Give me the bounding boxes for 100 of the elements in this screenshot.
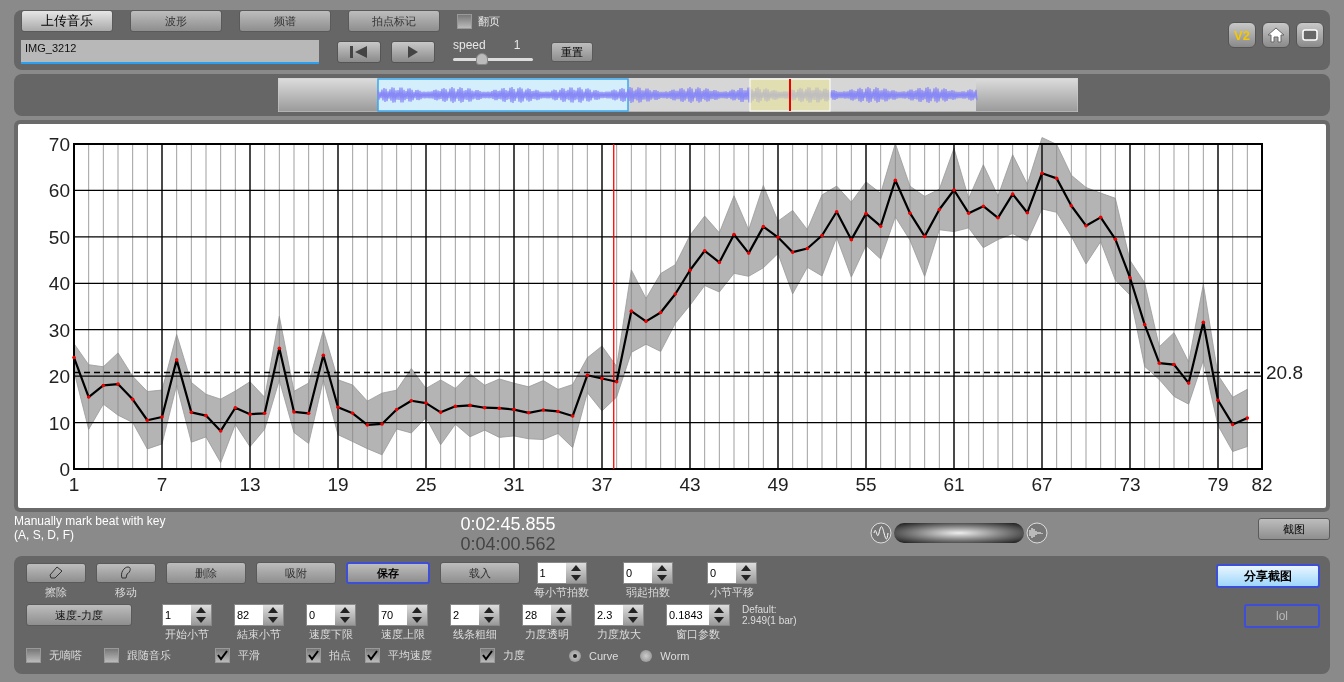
down-arrow-icon[interactable] [484,617,494,623]
spinner-label: 窗口参数 [676,627,720,642]
beat-point [717,260,722,265]
beat-point [512,407,516,412]
up-arrow-icon[interactable] [340,607,350,613]
number-spinner[interactable]: 0 [306,604,356,626]
tool-button[interactable]: 吸附 [256,562,336,584]
radio-button[interactable] [569,649,581,662]
number-spinner[interactable]: 0.1843 [666,604,730,626]
checkbox[interactable] [104,648,119,663]
up-arrow-icon[interactable] [714,607,724,613]
waveform-overview[interactable] [278,78,1078,112]
radio-button[interactable] [640,649,653,662]
checkbox[interactable] [457,13,472,29]
share-screenshot-button[interactable]: 分享截图 [1216,564,1320,588]
beat-point [130,397,135,402]
play-button[interactable] [391,41,435,63]
tool-button[interactable]: 保存 [346,562,430,584]
up-arrow-icon[interactable] [268,607,278,613]
hand-icon-button[interactable] [96,562,156,583]
toolbar-button[interactable]: 上传音乐 [21,10,113,32]
spinner-label: 力度放大 [597,627,641,642]
tool-button[interactable]: 删除 [166,562,246,584]
beat-point [365,423,370,427]
file-name-field[interactable]: IMG_3212 [21,40,319,64]
checkbox[interactable] [306,648,321,663]
beat-point [952,188,956,192]
checkbox[interactable] [365,648,380,663]
beat-point [1069,203,1074,208]
sine-wave-icon [870,522,892,544]
beat-point [174,358,179,362]
y-tick-label: 10 [48,412,70,434]
toolbar-button[interactable]: 拍点标记 [348,10,440,32]
beat-point [468,403,472,408]
beat-point [1025,210,1030,215]
down-arrow-icon[interactable] [412,617,422,623]
number-spinner[interactable]: 28 [522,604,572,626]
checkmark-icon [367,650,378,661]
default-note: Default: [742,604,778,615]
down-arrow-icon[interactable] [340,617,350,623]
number-spinner[interactable]: 1 [162,604,212,626]
eraser-icon-button[interactable] [26,562,86,583]
down-arrow-icon[interactable] [741,575,751,581]
beat-point [453,404,458,409]
toolbar-button[interactable]: 波形 [130,10,222,32]
beat-point [1113,237,1118,241]
x-tick-label: 82 [1251,474,1273,495]
down-arrow-icon[interactable] [556,617,566,623]
checkbox[interactable] [480,648,495,663]
beat-point [878,224,883,228]
screenshot-button[interactable]: 截图 [1258,518,1330,540]
toolbar-button[interactable]: 频谱 [239,10,331,32]
number-spinner[interactable]: 0 [623,562,673,584]
beat-point [658,310,663,315]
checkbox-label: 平滑 [238,648,260,663]
number-spinner[interactable]: 2.3 [594,604,644,626]
beat-point [1098,215,1103,220]
number-spinner[interactable]: 0 [707,562,757,584]
up-arrow-icon[interactable] [196,607,206,613]
home-icon[interactable] [1262,22,1290,48]
up-arrow-icon[interactable] [628,607,638,613]
up-arrow-icon[interactable] [657,565,667,571]
number-spinner[interactable]: 1 [536,562,587,584]
up-arrow-icon[interactable] [484,607,494,613]
beat-point [1230,422,1235,427]
number-spinner[interactable]: 2 [450,604,500,626]
beat-point [424,401,428,405]
up-arrow-icon[interactable] [412,607,422,613]
number-spinner[interactable]: 82 [234,604,284,626]
x-tick-label: 61 [943,474,965,495]
beat-point [966,211,971,215]
checkbox[interactable] [26,648,41,663]
fullscreen-icon[interactable] [1296,22,1324,48]
speed-slider[interactable] [453,52,533,66]
down-arrow-icon[interactable] [714,617,724,623]
down-arrow-icon[interactable] [268,617,278,623]
skip-back-button[interactable] [337,41,381,63]
down-arrow-icon[interactable] [196,617,206,623]
down-arrow-icon[interactable] [570,575,581,581]
beat-point [849,237,854,242]
mode-button[interactable]: 速度-力度 [26,604,132,626]
checkbox[interactable] [215,648,230,663]
beat-point [864,211,868,216]
checkbox-label: 无嘀嗒 [49,648,82,663]
x-tick-label: 49 [767,474,789,495]
beat-point [746,251,751,255]
up-arrow-icon[interactable] [556,607,566,613]
x-tick-label: 7 [156,474,168,495]
reset-button[interactable]: 重置 [551,42,593,62]
beat-point [497,406,502,410]
beat-point [189,410,194,415]
tool-button[interactable]: 载入 [440,562,520,584]
beat-point [409,398,414,403]
up-arrow-icon[interactable] [741,565,751,571]
down-arrow-icon[interactable] [657,575,667,581]
up-arrow-icon[interactable] [570,565,581,571]
number-spinner[interactable]: 70 [378,604,428,626]
down-arrow-icon[interactable] [628,617,638,623]
hint-text: Manually mark beat with key [14,514,167,528]
current-time: 0:02:45.855 [460,514,556,534]
